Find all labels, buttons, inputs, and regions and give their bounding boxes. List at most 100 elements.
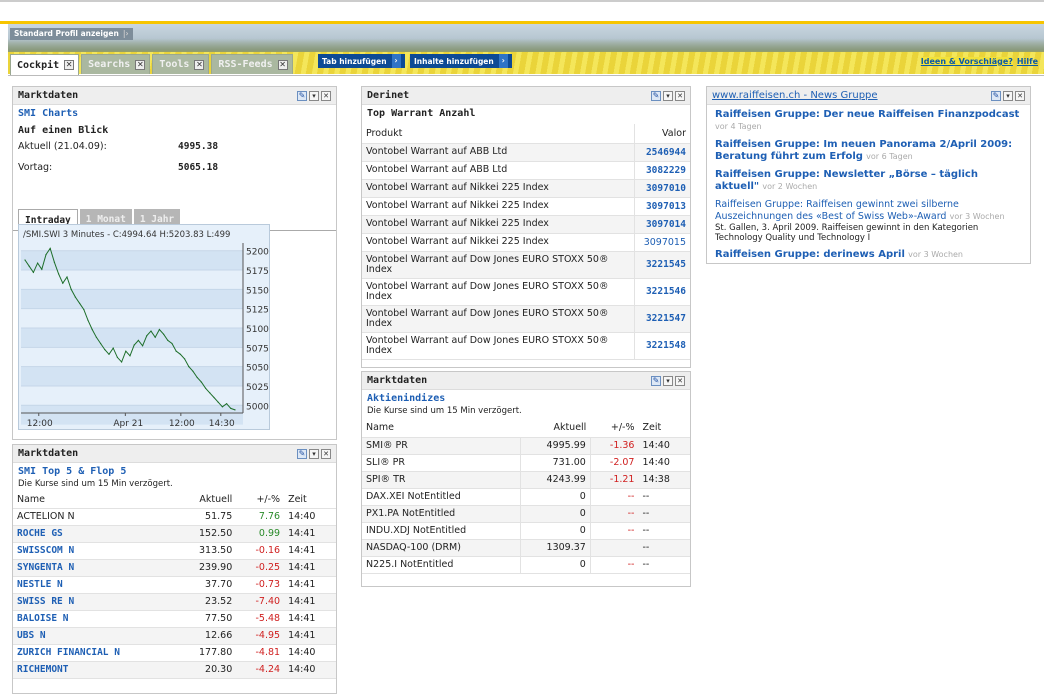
tab-rss-feeds[interactable]: RSS-Feeds ✕ <box>211 54 293 74</box>
close-icon[interactable] <box>675 375 685 386</box>
tab-cockpit[interactable]: Cockpit ✕ <box>10 54 80 75</box>
ideas-link[interactable]: Ideen & Vorschläge? <box>920 57 1013 66</box>
table-row: SMI® PR 4995.99 -1.36 14:40 <box>362 437 690 455</box>
help-link[interactable]: Hilfe <box>1017 57 1038 66</box>
smi-charts-link[interactable]: SMI Charts <box>13 105 336 119</box>
data-point <box>41 268 43 270</box>
valor-link[interactable]: 3082229 <box>634 161 690 180</box>
indices-link[interactable]: Aktienindizes <box>362 390 690 404</box>
tab-divider <box>8 75 1044 76</box>
edit-icon[interactable] <box>991 90 1001 101</box>
stock-name[interactable]: RICHEMONT <box>13 661 176 679</box>
chevron-down-icon[interactable] <box>1003 90 1013 101</box>
edit-icon[interactable] <box>651 90 661 101</box>
index-change: -- <box>589 505 639 523</box>
data-point <box>217 401 219 403</box>
edit-icon[interactable] <box>651 375 661 386</box>
news-age: vor 3 Wochen <box>908 250 963 259</box>
index-time: -- <box>638 522 690 540</box>
table-row: NASDAQ-100 (DRM) 1309.37 -- <box>362 539 690 557</box>
index-name: NASDAQ-100 (DRM) <box>362 539 521 557</box>
stock-name[interactable]: SYNGENTA N <box>13 559 176 577</box>
news-headline[interactable]: Raiffeisen Gruppe: Newsletter „Börse – t… <box>715 169 978 192</box>
x-tick-label: 12:00 <box>169 419 195 429</box>
news-headline[interactable]: Raiffeisen Gruppe: Raiffeisen gewinnt zw… <box>715 199 959 222</box>
news-age: vor 3 Wochen <box>949 212 1005 221</box>
close-icon[interactable]: ✕ <box>64 60 75 70</box>
stock-time: 14:41 <box>284 593 336 611</box>
stock-name[interactable]: NESTLE N <box>13 576 176 594</box>
add-tab-button[interactable]: Tab hinzufügen › <box>318 54 405 68</box>
close-icon[interactable] <box>321 90 331 101</box>
chevron-down-icon[interactable] <box>309 448 319 459</box>
data-point <box>200 381 202 383</box>
product-name: Vontobel Warrant auf ABB Ltd <box>362 143 635 162</box>
stock-name[interactable]: ROCHE GS <box>13 525 176 543</box>
data-point <box>163 333 165 335</box>
stock-name[interactable]: BALOISE N <box>13 610 176 628</box>
stock-time: 14:40 <box>284 661 336 679</box>
valor-link[interactable]: 3097014 <box>634 215 690 234</box>
news-item[interactable]: Raiffeisen Gruppe: Raiffeisen gewinnt zw… <box>715 199 1022 243</box>
valor-link[interactable]: 3097010 <box>634 179 690 198</box>
news-item[interactable]: Raiffeisen Gruppe: Newsletter „Börse – t… <box>715 169 1022 193</box>
edit-icon[interactable] <box>297 448 307 459</box>
news-item[interactable]: Raiffeisen Gruppe: Im neuen Panorama 2/A… <box>715 139 1022 163</box>
valor-link[interactable]: 3097013 <box>634 197 690 216</box>
close-icon[interactable] <box>1015 90 1025 101</box>
close-icon[interactable]: ✕ <box>135 59 146 70</box>
stock-name[interactable]: UBS N <box>13 627 176 645</box>
news-item[interactable]: Raiffeisen Gruppe: derinews April vor 3 … <box>715 249 1022 261</box>
table-row: NESTLE N 37.70 -0.73 14:41 <box>13 576 336 594</box>
valor-link[interactable]: 3221547 <box>634 305 690 333</box>
stock-name[interactable]: SWISSCOM N <box>13 542 176 560</box>
close-icon[interactable] <box>321 448 331 459</box>
close-icon[interactable] <box>675 90 685 101</box>
news-headline[interactable]: Raiffeisen Gruppe: derinews April <box>715 249 905 260</box>
y-tick-label: 5150 <box>246 286 269 296</box>
data-point <box>234 409 236 411</box>
data-point <box>62 282 64 284</box>
index-name: DAX.XEI NotEntitled <box>362 488 521 506</box>
edit-icon[interactable] <box>297 90 307 101</box>
tab-searchs[interactable]: Searchs ✕ <box>81 54 151 74</box>
valor-link[interactable]: 3097015 <box>634 233 690 252</box>
stock-change: 7.76 <box>236 508 285 526</box>
data-point <box>45 254 47 256</box>
stock-time: 14:40 <box>284 644 336 662</box>
stock-name[interactable]: ZURICH FINANCIAL N <box>13 644 176 662</box>
news-item[interactable]: Raiffeisen Gruppe: Der neue Raiffeisen F… <box>715 109 1022 133</box>
standard-profile-link[interactable]: Standard Profil anzeigen |› <box>10 28 133 40</box>
chevron-down-icon[interactable] <box>663 90 673 101</box>
product-name: Vontobel Warrant auf Nikkei 225 Index <box>362 215 635 234</box>
valor-link[interactable]: 3221546 <box>634 278 690 306</box>
news-headline[interactable]: Raiffeisen Gruppe: Der neue Raiffeisen F… <box>715 109 1019 120</box>
data-point <box>230 407 232 409</box>
news-source-link[interactable]: www.raiffeisen.ch - News Gruppe <box>712 90 991 101</box>
product-name: Vontobel Warrant auf Dow Jones EURO STOX… <box>362 278 635 306</box>
data-point <box>137 339 139 341</box>
data-point <box>129 355 131 357</box>
derinet-subtitle: Top Warrant Anzahl <box>367 108 476 119</box>
close-icon[interactable]: ✕ <box>277 59 288 70</box>
top-flop-link[interactable]: SMI Top 5 & Flop 5 <box>13 463 336 477</box>
chevron-down-icon[interactable] <box>663 375 673 386</box>
data-point <box>87 319 89 321</box>
current-value: 4995.38 <box>178 140 219 152</box>
chevron-down-icon[interactable] <box>309 90 319 101</box>
valor-link[interactable]: 2546944 <box>634 143 690 162</box>
arrow-right-icon: › <box>391 54 401 68</box>
data-point <box>142 345 144 347</box>
table-row: DAX.XEI NotEntitled 0 -- -- <box>362 488 690 506</box>
data-point <box>184 358 186 360</box>
stock-name[interactable]: SWISS RE N <box>13 593 176 611</box>
valor-link[interactable]: 3221548 <box>634 332 690 360</box>
add-content-button[interactable]: Inhalte hinzufügen › <box>410 54 512 68</box>
valor-link[interactable]: 3221545 <box>634 251 690 279</box>
close-icon[interactable]: ✕ <box>194 59 205 70</box>
index-time: 14:40 <box>638 437 690 455</box>
col-name: Name <box>362 418 521 438</box>
top-flop-table: Name Aktuell +/-% Zeit ACTELION N 51.75 7.… <box>13 491 336 679</box>
tab-tools[interactable]: Tools ✕ <box>152 54 210 74</box>
news-headline[interactable]: Raiffeisen Gruppe: Im neuen Panorama 2/A… <box>715 139 1012 162</box>
